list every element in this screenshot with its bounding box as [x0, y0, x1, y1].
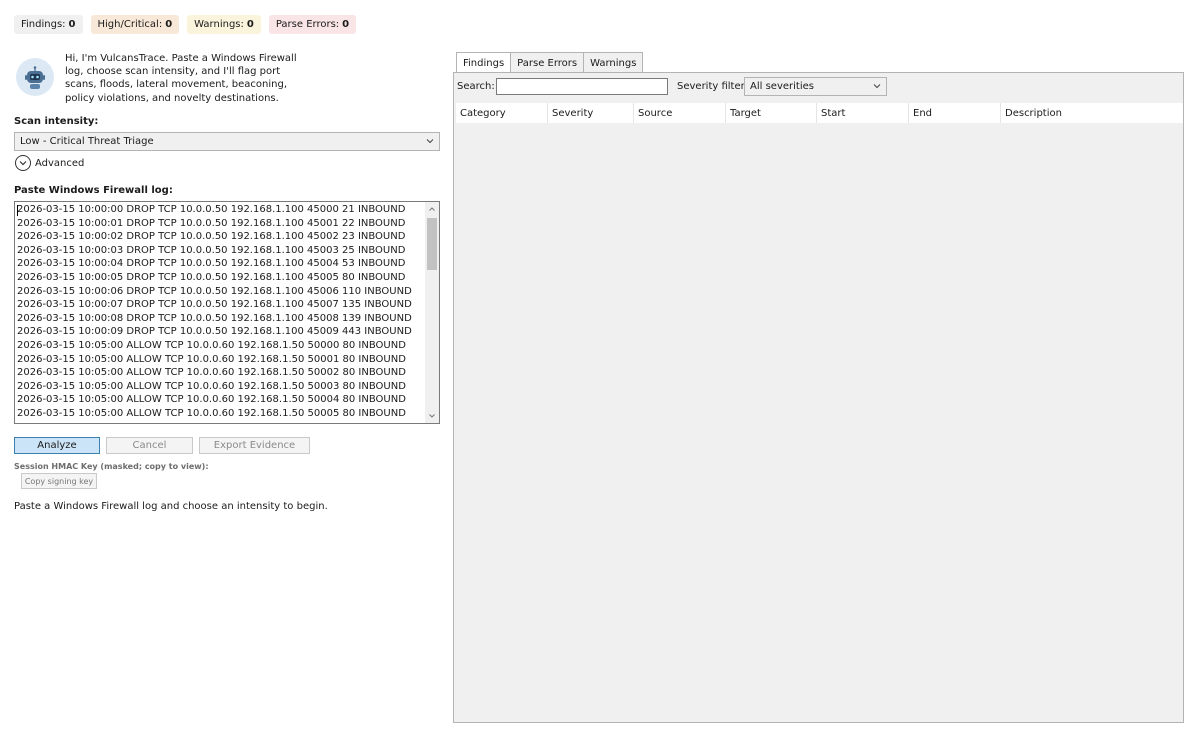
log-line: 2026-03-15 10:05:00 ALLOW TCP 10.0.0.60 …: [17, 339, 406, 351]
bot-avatar: [16, 58, 54, 96]
badge-count: 0: [68, 19, 76, 30]
log-line: 2026-03-15 10:05:00 ALLOW TCP 10.0.0.60 …: [17, 380, 406, 392]
expand-chevron-icon: [15, 155, 31, 171]
results-tabs: Findings Parse Errors Warnings: [456, 52, 644, 73]
chevron-down-icon: [873, 84, 881, 89]
badge-count: 0: [342, 19, 350, 30]
log-line: 2026-03-15 10:00:05 DROP TCP 10.0.0.50 1…: [17, 271, 406, 283]
badge-parse-errors: Parse Errors: 0: [268, 15, 357, 34]
tab-warnings[interactable]: Warnings: [583, 52, 644, 73]
column-header-start[interactable]: Start: [817, 103, 909, 123]
severity-filter-label: Severity filter:: [677, 81, 748, 92]
log-line: 2026-03-15 10:00:06 DROP TCP 10.0.0.50 1…: [17, 285, 412, 297]
severity-filter-select[interactable]: All severities: [744, 77, 887, 96]
log-line: 2026-03-15 10:05:00 ALLOW TCP 10.0.0.60 …: [17, 367, 406, 379]
chevron-down-icon: [426, 139, 434, 144]
analyze-button[interactable]: Analyze: [14, 437, 100, 454]
advanced-label: Advanced: [35, 157, 85, 169]
scroll-down-icon[interactable]: [425, 409, 439, 423]
intro-text: Hi, I'm VulcansTrace. Paste a Windows Fi…: [65, 53, 297, 104]
advanced-expander[interactable]: Advanced: [15, 155, 84, 171]
log-line: 2026-03-15 10:00:08 DROP TCP 10.0.0.50 1…: [17, 312, 412, 324]
badge-high-critical: High/Critical: 0: [90, 15, 180, 34]
column-header-category[interactable]: Category: [456, 103, 548, 123]
text-caret: [17, 205, 18, 216]
log-line: 2026-03-15 10:05:00 ALLOW TCP 10.0.0.60 …: [17, 407, 406, 419]
summary-badges: Findings: 0 High/Critical: 0 Warnings: 0 Pa…: [14, 15, 357, 34]
tab-findings[interactable]: Findings: [456, 52, 512, 73]
badge-label: Parse Errors:: [275, 19, 340, 30]
log-line: 2026-03-15 10:00:01 DROP TCP 10.0.0.50 1…: [17, 217, 406, 229]
scan-intensity-label: Scan intensity:: [14, 116, 99, 127]
findings-panel: Search: Severity filter: All severities …: [453, 72, 1184, 723]
findings-grid-header: Category Severity Source Target Start En…: [456, 103, 1183, 123]
column-header-severity[interactable]: Severity: [548, 103, 634, 123]
column-header-target[interactable]: Target: [726, 103, 817, 123]
log-line: 2026-03-15 10:00:03 DROP TCP 10.0.0.50 1…: [17, 244, 406, 256]
badge-label: Findings:: [21, 19, 66, 30]
log-line: 2026-03-15 10:00:04 DROP TCP 10.0.0.50 1…: [17, 258, 406, 270]
badge-warnings: Warnings: 0: [187, 15, 261, 34]
robot-icon: [25, 66, 45, 89]
copy-signing-key-button[interactable]: Copy signing key: [21, 473, 97, 489]
column-header-description[interactable]: Description: [1001, 103, 1183, 123]
badge-label: Warnings:: [194, 19, 244, 30]
cancel-button[interactable]: Cancel: [106, 437, 193, 454]
log-line: 2026-03-15 10:05:00 ALLOW TCP 10.0.0.60 …: [17, 394, 406, 406]
hmac-key-label: Session HMAC Key (masked; copy to view):: [14, 462, 209, 471]
export-evidence-button[interactable]: Export Evidence: [199, 437, 310, 454]
severity-filter-value: All severities: [750, 81, 814, 92]
status-text: Paste a Windows Firewall log and choose …: [14, 501, 328, 512]
search-input[interactable]: [496, 78, 668, 95]
scroll-up-icon[interactable]: [425, 202, 439, 216]
log-scrollbar[interactable]: [425, 202, 439, 423]
badge-findings: Findings: 0: [14, 15, 83, 34]
badge-count: 0: [246, 19, 254, 30]
log-line: 2026-03-15 10:05:00 ALLOW TCP 10.0.0.60 …: [17, 353, 406, 365]
scan-intensity-select[interactable]: Low - Critical Threat Triage: [14, 132, 440, 151]
log-input-label: Paste Windows Firewall log:: [14, 185, 173, 196]
scrollbar-thumb[interactable]: [427, 218, 437, 270]
badge-label: High/Critical:: [97, 19, 163, 30]
log-line: 2026-03-15 10:00:00 DROP TCP 10.0.0.50 1…: [17, 204, 406, 215]
column-header-end[interactable]: End: [909, 103, 1001, 123]
log-line: 2026-03-15 10:00:02 DROP TCP 10.0.0.50 1…: [17, 231, 406, 243]
tab-parse-errors[interactable]: Parse Errors: [510, 52, 585, 73]
column-header-source[interactable]: Source: [634, 103, 726, 123]
log-line: 2026-03-15 10:00:07 DROP TCP 10.0.0.50 1…: [17, 299, 412, 311]
findings-grid-body: [456, 123, 1183, 721]
scan-intensity-value: Low - Critical Threat Triage: [20, 136, 154, 147]
log-line: 2026-03-15 10:00:09 DROP TCP 10.0.0.50 1…: [17, 326, 412, 338]
app-window: Findings: 0 High/Critical: 0 Warnings: 0 Pa…: [0, 0, 1200, 736]
search-label: Search:: [457, 81, 495, 92]
log-textarea[interactable]: 2026-03-15 10:00:00 DROP TCP 10.0.0.50 1…: [14, 201, 440, 424]
badge-count: 0: [165, 19, 173, 30]
log-lines: 2026-03-15 10:00:00 DROP TCP 10.0.0.50 1…: [17, 203, 425, 421]
